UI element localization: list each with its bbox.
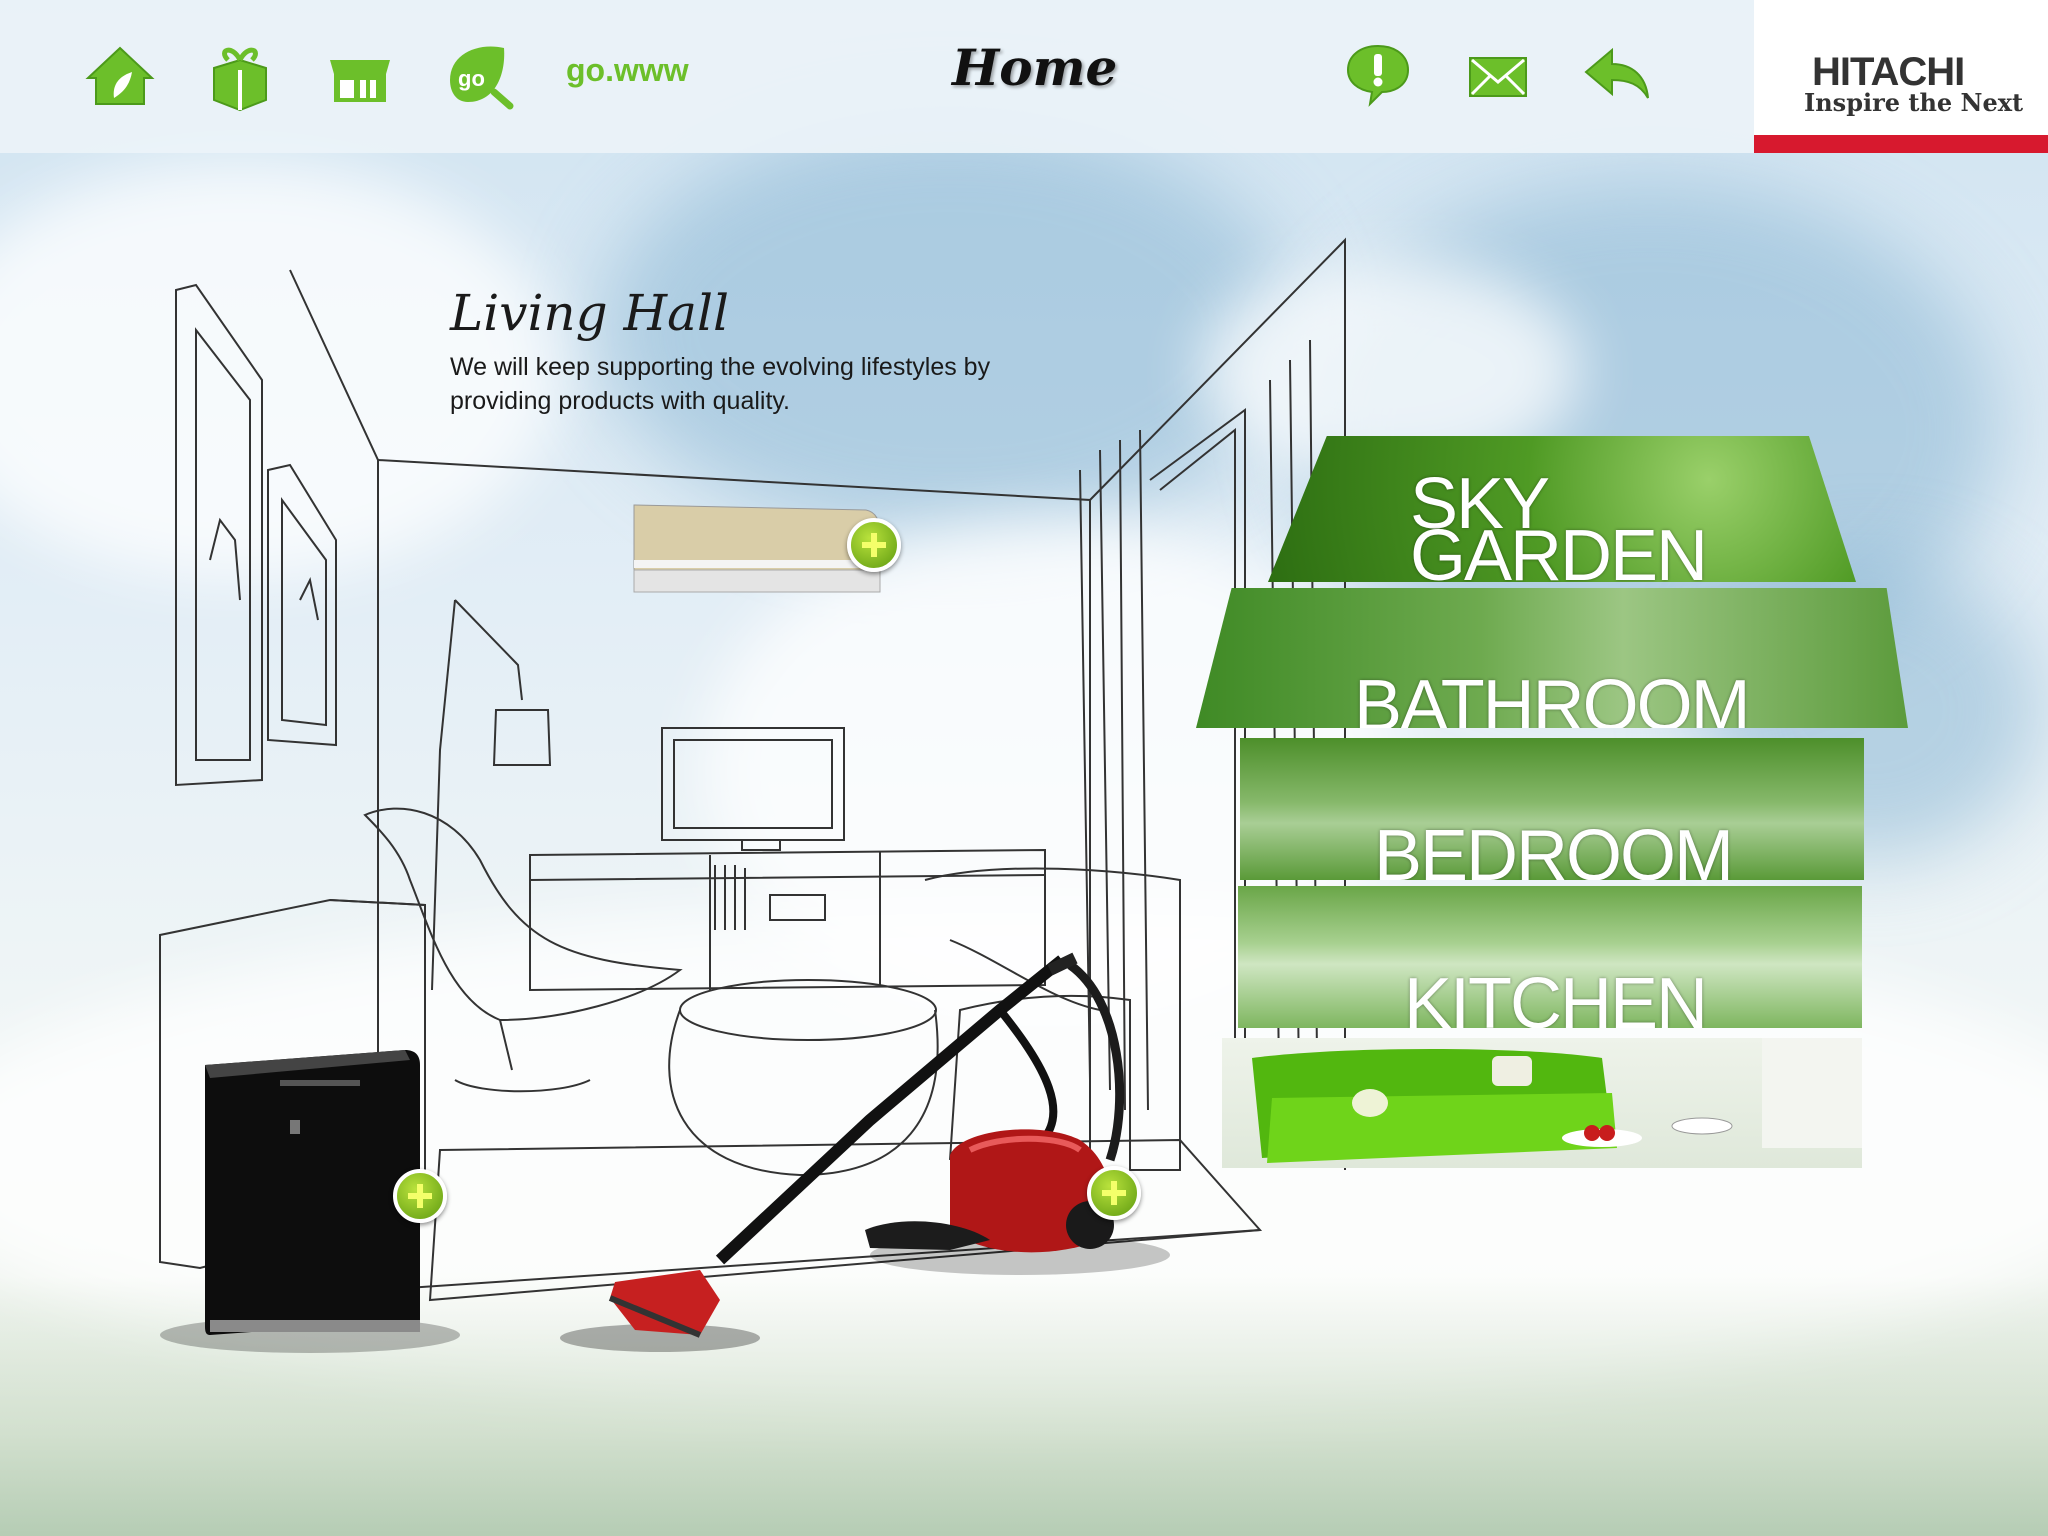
bedroom-label: BEDROOM xyxy=(1374,816,1734,880)
bathroom-label: BATHROOM xyxy=(1354,666,1751,728)
air-conditioner-plus-button[interactable] xyxy=(847,518,901,572)
kitchen-button[interactable]: KITCHEN xyxy=(1238,886,1862,1028)
kitchen-label: KITCHEN xyxy=(1404,964,1708,1028)
green-sofa-image xyxy=(1252,1038,1862,1163)
vacuum-cleaner-plus-button[interactable] xyxy=(1087,1166,1141,1220)
air-conditioner[interactable] xyxy=(633,504,881,593)
sky-garden-button[interactable]: SKY GARDEN xyxy=(1268,436,1856,582)
air-purifier-plus-button[interactable] xyxy=(393,1169,447,1223)
bedroom-button[interactable]: BEDROOM xyxy=(1240,738,1864,880)
vacuum-cleaner[interactable] xyxy=(560,952,1170,1352)
sky-garden-label-2: GARDEN xyxy=(1410,516,1708,582)
living-hall-button[interactable] xyxy=(1222,1038,1862,1168)
bathroom-button[interactable]: BATHROOM xyxy=(1196,588,1908,728)
